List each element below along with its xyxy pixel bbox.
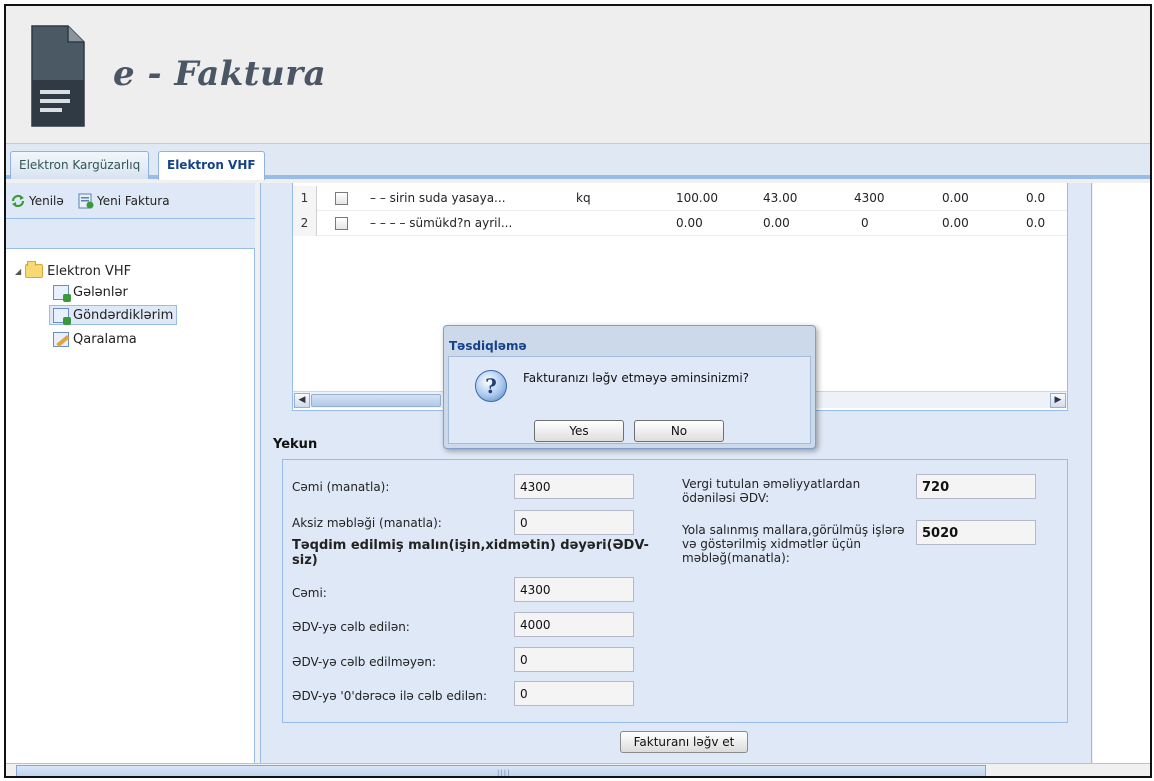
cell-quantity: 100.00 (676, 191, 718, 205)
total-label: Cəmi (manatla): (292, 480, 390, 494)
vat-paid-label: Vergi tutulan əməliyyatlardan ödəniləsi … (682, 477, 861, 505)
refresh-button[interactable]: Yenilə (10, 193, 64, 209)
new-invoice-button[interactable]: Yeni Faktura (78, 193, 170, 209)
no-button[interactable]: No (634, 420, 724, 442)
cell-col8: 0.0 (1026, 216, 1046, 230)
document-logo-icon (31, 25, 85, 127)
folder-icon (25, 261, 44, 278)
app-header: e - Faktura (6, 6, 1150, 144)
summary-panel: Cəmi (manatla): 4300 Aksiz məbləği (mana… (282, 459, 1068, 723)
table-row[interactable]: 1 – – sirin suda yasaya... kq 100.00 43.… (293, 186, 1067, 211)
cell-total: 0 (861, 216, 869, 230)
inbox-doc-icon (53, 284, 71, 302)
left-subbar (6, 219, 255, 249)
cell-total: 4300 (854, 191, 885, 205)
excise-field[interactable]: 0 (514, 510, 634, 535)
scroll-thumb[interactable] (311, 394, 441, 407)
tab-bar: Elektron Kargüzarlıq Elektron VHF (6, 144, 1150, 180)
cancel-invoice-button[interactable]: Fakturanı ləğv et (620, 731, 748, 753)
sum-label: Cəmi: (292, 586, 327, 600)
total-field[interactable]: 4300 (514, 474, 634, 499)
non-vat-label: ƏDV-yə cəlb edilməyən: (292, 655, 437, 669)
new-invoice-label: Yeni Faktura (97, 194, 170, 208)
cell-name: – – – – sümükd?n ayril... (370, 216, 513, 230)
sum-field[interactable]: 4300 (514, 577, 634, 602)
tree-item-gelenler[interactable]: Gələnlər (50, 282, 131, 302)
tab-elektron-karguzarliq[interactable]: Elektron Kargüzarlıq (10, 151, 150, 179)
cell-name: – – sirin suda yasaya... (370, 191, 506, 205)
main-panel: 1 – – sirin suda yasaya... kq 100.00 43.… (260, 183, 1092, 763)
tree-item-label: Qaralama (73, 331, 137, 347)
new-document-icon (78, 193, 94, 209)
dialog-title: Təsdiqləmə (449, 339, 527, 353)
zero-rate-field[interactable]: 0 (514, 681, 634, 706)
shipped-amount-field[interactable]: 5020 (916, 520, 1036, 545)
row-checkbox[interactable] (335, 192, 348, 205)
right-empty-area (1093, 183, 1150, 763)
tree-item-label: Göndərdiklərim (73, 307, 174, 323)
zero-rate-label: ƏDV-yə '0'dərəcə ilə cəlb edilən: (292, 689, 488, 703)
cell-quantity: 0.00 (676, 216, 703, 230)
summary-title: Yekun (273, 437, 318, 452)
tree-root-elektron-vhf[interactable]: ◢ Elektron VHF (12, 261, 134, 281)
tree-item-label: Gələnlər (73, 284, 128, 300)
vat-paid-field[interactable]: 720 (916, 474, 1036, 499)
cell-col7: 0.00 (942, 216, 969, 230)
scroll-left-icon[interactable]: ◀ (294, 393, 310, 408)
cell-col8: 0.0 (1026, 191, 1046, 205)
refresh-label: Yenilə (29, 194, 64, 208)
tree-item-qaralama[interactable]: Qaralama (50, 329, 140, 349)
cell-unit: kq (576, 191, 591, 205)
tree-root-label: Elektron VHF (47, 263, 132, 279)
scroll-right-icon[interactable]: ▶ (1050, 393, 1066, 408)
row-number: 2 (293, 211, 317, 236)
app-window: e - Faktura Elektron Kargüzarlıq Elektro… (4, 4, 1152, 778)
tree-expand-icon[interactable]: ◢ (15, 267, 21, 276)
cell-price: 0.00 (763, 216, 790, 230)
draft-pencil-icon (53, 331, 69, 347)
tab-elektron-vhf[interactable]: Elektron VHF (158, 151, 265, 180)
scroll-grip-icon[interactable]: |||| (497, 769, 510, 776)
refresh-icon (11, 194, 25, 208)
row-number: 1 (293, 186, 317, 211)
sent-doc-icon (53, 307, 71, 325)
tree-item-gonderdiklerim[interactable]: Göndərdiklərim (49, 305, 178, 325)
yes-button[interactable]: Yes (534, 420, 624, 442)
non-vat-field[interactable]: 0 (514, 647, 634, 672)
left-panel: Yenilə Yeni Faktura ◢ Elektron VHF Gələn… (6, 183, 255, 763)
dialog-body: ? Fakturanızı ləğv etməyə əminsinizmi? Y… (448, 356, 811, 444)
table-row[interactable]: 2 – – – – sümükd?n ayril... 0.00 0.00 0 … (293, 211, 1067, 236)
app-title: e - Faktura (113, 54, 327, 94)
row-checkbox[interactable] (335, 217, 348, 230)
excise-label: Aksiz məbləği (manatla): (292, 516, 442, 530)
left-toolbar: Yenilə Yeni Faktura (6, 183, 255, 219)
question-icon: ? (475, 370, 507, 402)
vat-taxable-field[interactable]: 4000 (514, 612, 634, 637)
cell-price: 43.00 (763, 191, 798, 205)
confirm-dialog: Təsdiqləmə ? Fakturanızı ləğv etməyə əmi… (443, 325, 816, 449)
status-bar: |||| (6, 763, 1150, 776)
goods-value-heading: Təqdim edilmiş malın(işin,xidmətin) dəyə… (292, 538, 649, 568)
cell-col7: 0.00 (942, 191, 969, 205)
bottom-scrollbar[interactable]: |||| (16, 765, 986, 776)
vat-taxable-label: ƏDV-yə cəlb edilən: (292, 620, 410, 634)
dialog-message: Fakturanızı ləğv etməyə əminsinizmi? (523, 371, 750, 385)
shipped-amount-label: Yola salınmış mallara,görülmüş işlərə və… (682, 523, 905, 565)
